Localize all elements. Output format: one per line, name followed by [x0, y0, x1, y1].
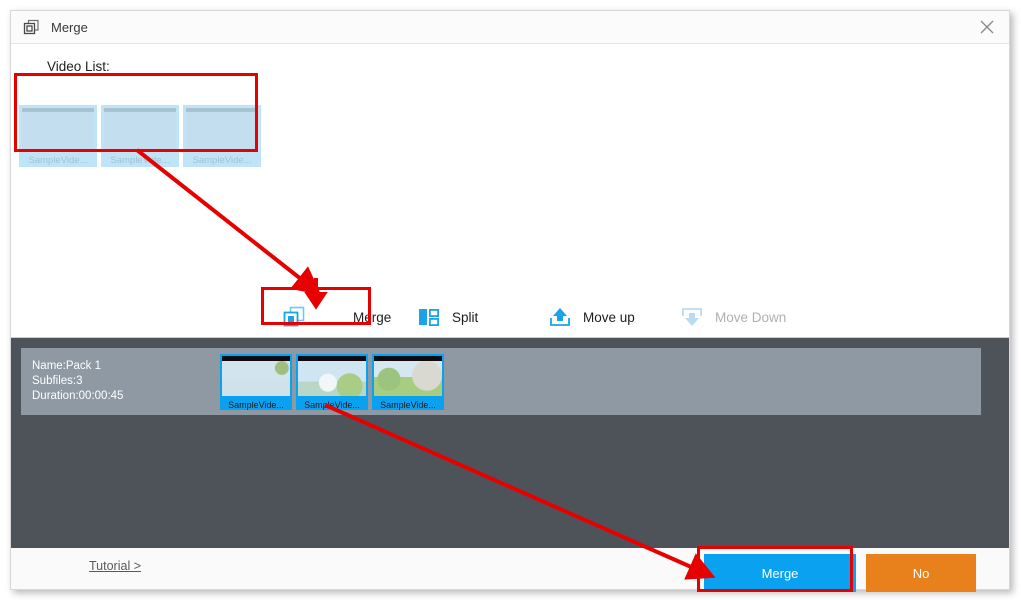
video-thumbnail: [222, 355, 290, 396]
tutorial-link[interactable]: Tutorial >: [89, 559, 141, 573]
list-item[interactable]: SampleVide...: [220, 353, 292, 410]
video-thumbnail: [298, 355, 366, 396]
merge-tool-button[interactable]: Merge: [281, 297, 391, 337]
move-down-button[interactable]: Move Down: [679, 297, 786, 337]
video-list-pane: Video List: SampleVide... SampleVide... …: [11, 44, 1009, 337]
list-item-label: SampleVide...: [380, 399, 436, 410]
list-item[interactable]: SampleVide...: [19, 105, 97, 167]
merged-packs-pane: Name:Pack 1 Subfiles:3 Duration:00:00:45…: [11, 337, 1009, 548]
list-item-label: SampleVide...: [28, 155, 88, 166]
pack-duration: Duration:00:00:45: [32, 390, 124, 402]
video-thumbnail: [186, 108, 258, 152]
list-item-label: SampleVide...: [110, 155, 170, 166]
list-item[interactable]: SampleVide...: [296, 353, 368, 410]
close-icon[interactable]: [965, 11, 1009, 43]
split-tool-button[interactable]: Split: [416, 297, 478, 337]
move-down-label: Move Down: [715, 309, 787, 325]
pack-info: Name:Pack 1 Subfiles:3 Duration:00:00:45: [32, 359, 212, 404]
video-thumbnail: [374, 355, 442, 396]
split-tool-label: Split: [452, 309, 479, 325]
merge-window-icon: [23, 19, 40, 36]
merge-icon: [281, 304, 307, 330]
list-item-label: SampleVide...: [304, 399, 360, 410]
list-item-label: SampleVide...: [192, 155, 252, 166]
move-up-label: Move up: [583, 309, 635, 325]
video-list-label: Video List:: [47, 59, 110, 74]
window-title: Merge: [51, 20, 88, 35]
toolbar: Merge Split Move up Move Down: [11, 297, 1009, 337]
pack-thumbnail-strip: SampleVide... SampleVide... SampleVide..…: [220, 353, 448, 410]
merge-dialog: Merge Video List: SampleVide... SampleVi…: [10, 10, 1010, 592]
move-down-icon: [679, 304, 705, 330]
pack-row[interactable]: Name:Pack 1 Subfiles:3 Duration:00:00:45…: [21, 348, 981, 415]
split-icon: [416, 304, 442, 330]
pack-subfiles: Subfiles:3: [32, 375, 83, 387]
list-item[interactable]: SampleVide...: [101, 105, 179, 167]
list-item[interactable]: SampleVide...: [183, 105, 261, 167]
no-button[interactable]: No: [866, 554, 976, 592]
video-thumbnail: [104, 108, 176, 152]
footer: Tutorial > Merge No: [11, 548, 1009, 592]
video-thumbnail: [22, 108, 94, 152]
list-item-label: SampleVide...: [228, 399, 284, 410]
pack-name: Name:Pack 1: [32, 360, 102, 372]
video-list-strip: SampleVide... SampleVide... SampleVide..…: [19, 105, 265, 167]
move-up-icon: [547, 304, 573, 330]
move-up-button[interactable]: Move up: [547, 297, 635, 337]
merge-button[interactable]: Merge: [704, 554, 856, 592]
titlebar: Merge: [11, 11, 1009, 44]
merge-tool-label: Merge: [353, 309, 392, 325]
list-item[interactable]: SampleVide...: [372, 353, 444, 410]
